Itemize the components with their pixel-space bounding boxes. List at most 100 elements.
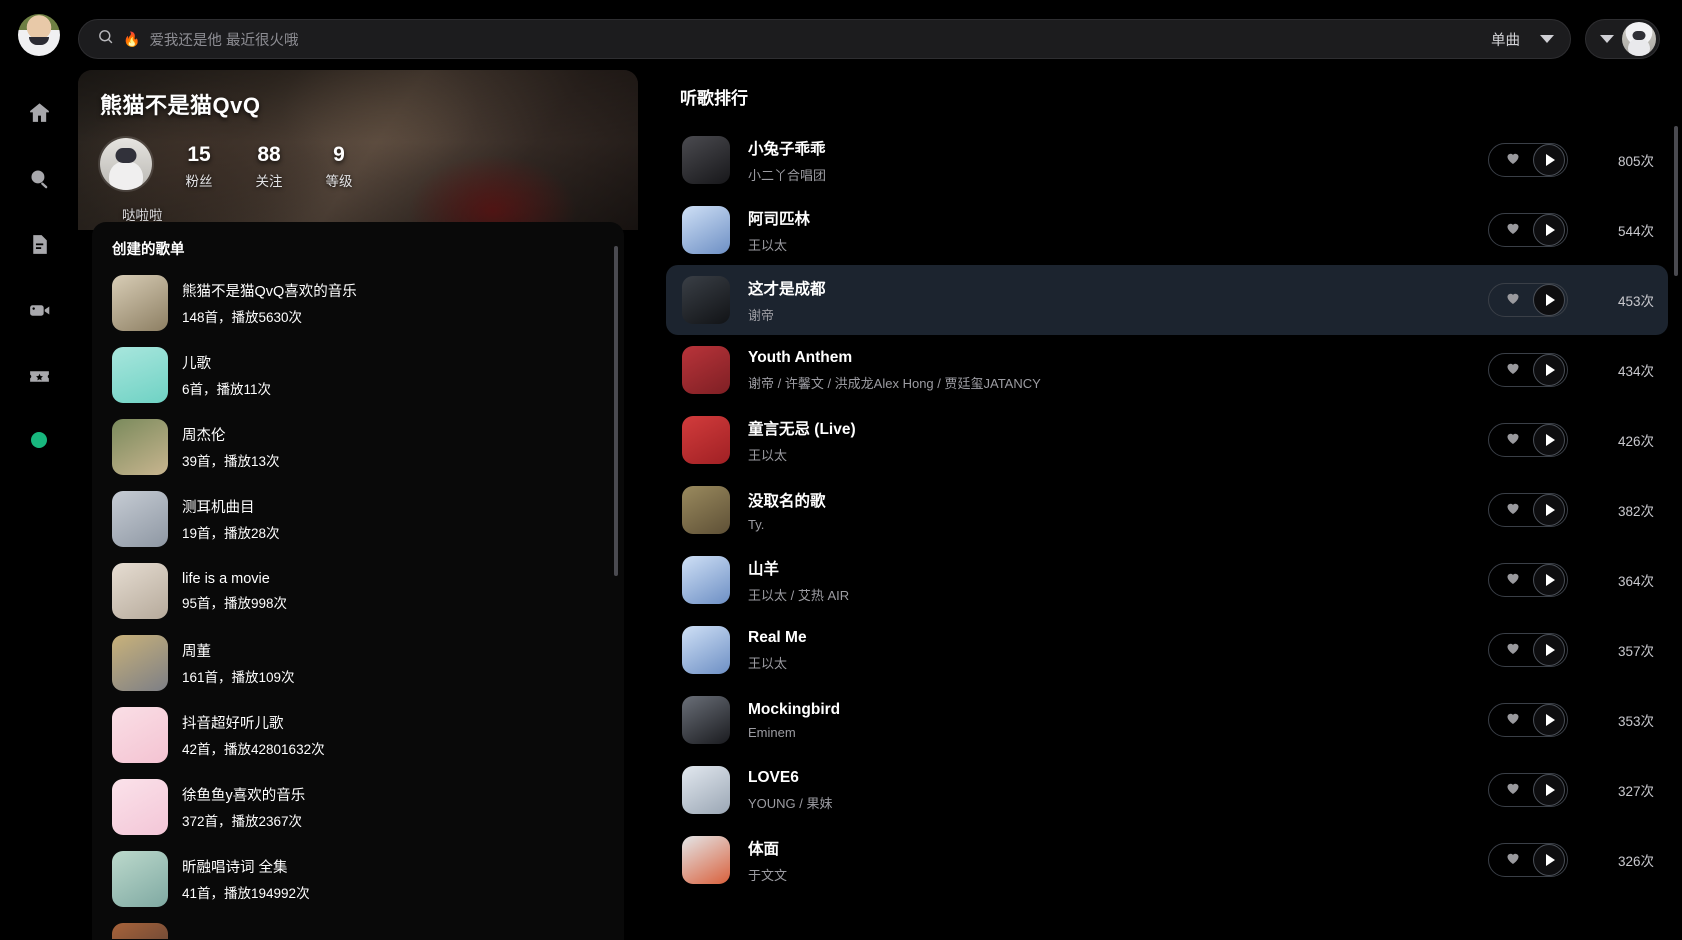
play-icon: [1546, 154, 1555, 166]
play-button[interactable]: [1533, 214, 1565, 246]
stat-level[interactable]: 9 等级: [304, 143, 374, 190]
like-button[interactable]: [1501, 220, 1525, 241]
playlist-stats: 148首，播放5630次: [182, 310, 303, 325]
search-bar[interactable]: 🔥 爱我还是他 最近很火哦 单曲: [78, 19, 1571, 59]
ranking-list[interactable]: 小兔子乖乖 小二丫合唱团 805次 阿司匹林 王以太 544次 这才是成都 谢帝 453次 You…: [666, 125, 1682, 940]
play-button[interactable]: [1533, 564, 1565, 596]
list-item[interactable]: 测耳机曲目 19首，播放28次: [106, 483, 618, 555]
like-button[interactable]: [1501, 570, 1525, 591]
table-row[interactable]: 阿司匹林 王以太 544次: [666, 195, 1668, 265]
table-row[interactable]: Youth Anthem 谢帝 / 许馨文 / 洪成龙Alex Hong / 贾廷…: [666, 335, 1668, 405]
playlist-meta: 昕融唱诗词 全集 41首，播放194992次: [182, 856, 310, 902]
stat-value: 88: [257, 143, 281, 166]
list-item[interactable]: 徐鱼鱼y喜欢的音乐 372首，播放2367次: [106, 771, 618, 843]
play-button[interactable]: [1533, 844, 1565, 876]
avatar[interactable]: [1622, 22, 1656, 56]
sidebar-item-video[interactable]: [20, 294, 58, 332]
play-button[interactable]: [1533, 494, 1565, 526]
document-icon: [27, 232, 52, 262]
sidebar-item-ticket[interactable]: [20, 360, 58, 398]
sidebar-avatar[interactable]: [18, 14, 60, 56]
like-button[interactable]: [1501, 710, 1525, 731]
profile-stats: 15 粉丝 88 关注 9 等级: [164, 143, 374, 190]
play-button[interactable]: [1533, 634, 1565, 666]
playlist-scrollbar[interactable]: [614, 246, 618, 576]
playlist-name: 测耳机曲目: [182, 500, 255, 516]
song-cover: [682, 696, 730, 744]
song-meta: LOVE6 YOUNG / 果妹: [748, 769, 1488, 812]
stat-following[interactable]: 88 关注: [234, 143, 304, 190]
like-button[interactable]: [1501, 500, 1525, 521]
song-cover: [682, 766, 730, 814]
like-button[interactable]: [1501, 640, 1525, 661]
sidebar-item-document[interactable]: [20, 228, 58, 266]
list-item[interactable]: Lks-up音乐分享2023系列: [106, 915, 618, 939]
heart-icon: [1505, 150, 1521, 171]
stat-fans[interactable]: 15 粉丝: [164, 143, 234, 190]
song-cover: [682, 346, 730, 394]
play-button[interactable]: [1533, 354, 1565, 386]
like-button[interactable]: [1501, 360, 1525, 381]
table-row[interactable]: 童言无忌 (Live) 王以太 426次: [666, 405, 1668, 475]
like-button[interactable]: [1501, 430, 1525, 451]
playlist-meta: 儿歌 6首，播放11次: [182, 352, 271, 398]
song-artist: YOUNG / 果妹: [748, 795, 833, 811]
table-row[interactable]: LOVE6 YOUNG / 果妹 327次: [666, 755, 1668, 825]
profile-avatar[interactable]: [100, 138, 152, 190]
stat-label: 粉丝: [185, 174, 213, 189]
song-actions: [1488, 283, 1568, 317]
song-title: 阿司匹林: [748, 210, 811, 228]
table-row[interactable]: Mockingbird Eminem 353次: [666, 685, 1668, 755]
stat-value: 15: [187, 143, 211, 166]
list-item[interactable]: 熊猫不是猫QvQ喜欢的音乐 148首，播放5630次: [106, 267, 618, 339]
sidebar-item-profile[interactable]: [31, 432, 47, 448]
play-button[interactable]: [1533, 424, 1565, 456]
song-title: 这才是成都: [748, 280, 826, 298]
list-item[interactable]: 昕融唱诗词 全集 41首，播放194992次: [106, 843, 618, 915]
playlist-meta: 徐鱼鱼y喜欢的音乐 372首，播放2367次: [182, 784, 305, 830]
playlist-stats: 161首，播放109次: [182, 670, 295, 685]
table-row[interactable]: 山羊 王以太 / 艾热 AIR 364次: [666, 545, 1668, 615]
playlist-scroll-area[interactable]: 熊猫不是猫QvQ喜欢的音乐 148首，播放5630次儿歌 6首，播放11次周杰伦 39…: [92, 267, 624, 939]
like-button[interactable]: [1501, 780, 1525, 801]
playlist-stats: 19首，播放28次: [182, 526, 280, 541]
play-count: 544次: [1617, 224, 1654, 239]
song-meta: 小兔子乖乖 小二丫合唱团: [748, 137, 1488, 184]
list-item[interactable]: 儿歌 6首，播放11次: [106, 339, 618, 411]
ranking-panel: 听歌排行 小兔子乖乖 小二丫合唱团 805次 阿司匹林 王以太 544次 这才是成都 谢帝 45…: [652, 70, 1682, 940]
like-button[interactable]: [1501, 150, 1525, 171]
song-meta: 阿司匹林 王以太: [748, 207, 1488, 254]
ranking-scrollbar[interactable]: [1674, 126, 1678, 276]
sidebar-item-home[interactable]: [20, 96, 58, 134]
list-item[interactable]: 周董 161首，播放109次: [106, 627, 618, 699]
play-count: 357次: [1617, 644, 1654, 659]
created-playlists-card: 创建的歌单 熊猫不是猫QvQ喜欢的音乐 148首，播放5630次 儿歌 6首，播放11…: [92, 222, 624, 940]
chevron-down-icon[interactable]: [1600, 35, 1614, 43]
list-item[interactable]: 抖音超好听儿歌 42首，播放42801632次: [106, 699, 618, 771]
play-button[interactable]: [1533, 774, 1565, 806]
flame-icon: 🔥: [123, 31, 141, 47]
song-title: Youth Anthem: [748, 348, 853, 366]
table-row[interactable]: Real Me 王以太 357次: [666, 615, 1668, 685]
sidebar-item-search[interactable]: [20, 162, 58, 200]
list-item[interactable]: 周杰伦 39首，播放13次: [106, 411, 618, 483]
song-action-pill: [1488, 493, 1568, 527]
list-item[interactable]: life is a movie 95首，播放998次: [106, 555, 618, 627]
table-row[interactable]: 体面 于文文 326次: [666, 825, 1668, 895]
like-button[interactable]: [1501, 850, 1525, 871]
table-row[interactable]: 小兔子乖乖 小二丫合唱团 805次: [666, 125, 1668, 195]
like-button[interactable]: [1501, 290, 1525, 311]
play-button[interactable]: [1533, 144, 1565, 176]
search-type-label[interactable]: 单曲: [1491, 29, 1520, 50]
play-button[interactable]: [1533, 704, 1565, 736]
chevron-down-icon[interactable]: [1540, 35, 1554, 43]
play-count: 453次: [1617, 294, 1654, 309]
search-icon: [27, 166, 52, 196]
search-input[interactable]: 爱我还是他 最近很火哦: [149, 29, 1482, 50]
left-sidebar: [0, 0, 78, 940]
table-row[interactable]: 这才是成都 谢帝 453次: [666, 265, 1668, 335]
play-button[interactable]: [1533, 284, 1565, 316]
user-menu[interactable]: [1585, 19, 1660, 59]
sidebar-icon-list: [20, 96, 58, 448]
table-row[interactable]: 没取名的歌 Ty. 382次: [666, 475, 1668, 545]
